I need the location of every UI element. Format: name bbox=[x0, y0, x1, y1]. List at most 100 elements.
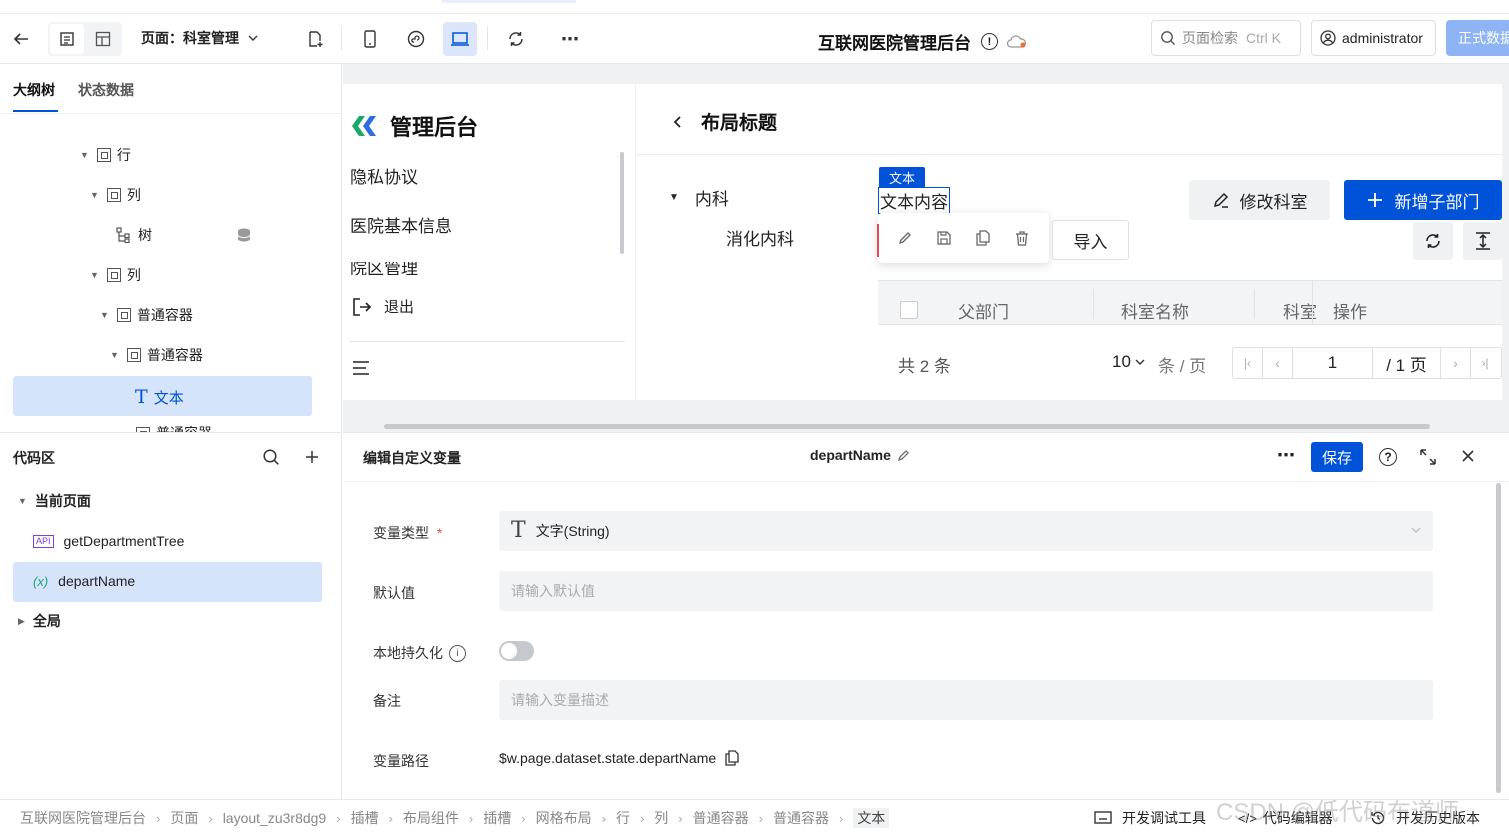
save-label: 保存 bbox=[1321, 449, 1352, 467]
tab-outline[interactable]: 大纲树 bbox=[13, 80, 55, 100]
select-all-checkbox[interactable] bbox=[900, 301, 918, 319]
expand-icon[interactable] bbox=[1419, 448, 1437, 466]
canvas-horizontal-scrollbar[interactable] bbox=[384, 424, 1430, 429]
page-search-input[interactable]: 页面检索 Ctrl K bbox=[1151, 20, 1301, 56]
new-page-button[interactable] bbox=[298, 22, 332, 56]
cloud-sync-icon[interactable] bbox=[1006, 34, 1028, 50]
default-value-input[interactable]: 请输入默认值 bbox=[499, 571, 1433, 611]
breadcrumb-item[interactable]: 网格布局 bbox=[536, 808, 592, 828]
breadcrumb-item[interactable]: 普通容器 bbox=[773, 808, 829, 828]
breadcrumb-item[interactable]: 列 bbox=[654, 808, 668, 828]
page-selector[interactable]: 页面：科室管理 bbox=[141, 28, 259, 48]
save-button[interactable]: 保存 bbox=[1311, 442, 1363, 472]
outline-node-container-clipped[interactable]: 普通容器 bbox=[136, 420, 212, 432]
page-selector-label: 页面：科室管理 bbox=[141, 30, 239, 46]
edit-dept-button[interactable]: 修改科室 bbox=[1189, 180, 1330, 220]
edit-icon[interactable] bbox=[897, 448, 911, 462]
breadcrumb-item[interactable]: 页面 bbox=[170, 808, 198, 828]
tab-active-indicator bbox=[13, 110, 58, 112]
column-header[interactable]: 科室名称 bbox=[1121, 298, 1189, 323]
variable-item-selected[interactable]: (x) departName bbox=[13, 562, 322, 602]
prev-page-icon[interactable]: ‹ bbox=[1263, 348, 1293, 378]
last-page-icon[interactable]: ›| bbox=[1471, 348, 1499, 378]
first-page-icon[interactable]: |‹ bbox=[1233, 348, 1263, 378]
preview-menu-item[interactable]: 隐私协议 bbox=[350, 163, 418, 188]
dept-tree-node[interactable]: ▼ 内科 bbox=[669, 185, 729, 210]
node-label: 列 bbox=[126, 267, 141, 283]
publish-button[interactable]: 正式数据 bbox=[1446, 20, 1509, 56]
refresh-icon bbox=[1426, 234, 1440, 248]
layout-view-button[interactable] bbox=[86, 24, 120, 54]
copy-icon[interactable] bbox=[975, 230, 991, 246]
outline-node-column[interactable]: ▼ 列 bbox=[90, 176, 141, 214]
mobile-view-button[interactable] bbox=[353, 22, 387, 56]
remark-input[interactable]: 请输入变量描述 bbox=[499, 680, 1433, 720]
back-button[interactable] bbox=[4, 22, 38, 56]
copy-icon[interactable] bbox=[724, 750, 740, 766]
remark-placeholder: 请输入变量描述 bbox=[511, 692, 609, 708]
selected-text-component[interactable]: 文本内容 bbox=[878, 187, 950, 214]
close-icon[interactable] bbox=[1461, 449, 1475, 463]
api-item[interactable]: API getDepartmentTree bbox=[33, 522, 184, 560]
breadcrumb-item[interactable]: 插槽 bbox=[351, 808, 379, 828]
sidebar-scrollbar[interactable] bbox=[620, 152, 624, 254]
page-size-select[interactable]: 10 bbox=[1112, 352, 1146, 372]
breadcrumb-item[interactable]: 布局组件 bbox=[403, 808, 459, 828]
dept-tree-child[interactable]: 消化内科 bbox=[726, 225, 794, 250]
outline-node-row[interactable]: ▼ 行 bbox=[80, 136, 131, 174]
preview-main: 布局标题 ▼ 内科 消化内科 文本 文本内容 导入 修改科室 新增子部门 父部门… bbox=[636, 84, 1502, 400]
breadcrumb-item[interactable]: 互联网医院管理后台 bbox=[20, 808, 146, 828]
column-header[interactable]: 操作 bbox=[1333, 298, 1367, 323]
menu-fold-icon[interactable] bbox=[352, 360, 370, 376]
debug-tools-button[interactable]: 开发调试工具 bbox=[1094, 808, 1206, 828]
current-page-group[interactable]: ▼ 当前页面 bbox=[18, 482, 91, 520]
info-icon[interactable]: ! bbox=[981, 33, 998, 50]
preview-logout[interactable]: 退出 bbox=[352, 296, 414, 317]
variable-path: $w.page.dataset.state.departName bbox=[499, 750, 740, 766]
info-icon[interactable]: i bbox=[449, 644, 466, 662]
breadcrumb-item[interactable]: layout_zu3r8dg9 bbox=[223, 810, 327, 826]
page-view-button[interactable] bbox=[50, 24, 84, 54]
column-height-button[interactable] bbox=[1463, 222, 1502, 260]
desktop-view-button[interactable] bbox=[443, 22, 477, 56]
more-icon[interactable]: ⋯ bbox=[553, 22, 587, 56]
preview-menu-item[interactable]: 医院基本信息 bbox=[350, 212, 452, 237]
data-table-header: 父部门 科室名称 科室 操作 bbox=[878, 280, 1502, 325]
more-icon[interactable]: ⋯ bbox=[1277, 445, 1295, 466]
table-refresh-button[interactable] bbox=[1413, 222, 1453, 260]
top-toolbar: 页面：科室管理 ⋯ 互联网医院管理后台 ! 页面检索 Ctrl K admini… bbox=[0, 0, 1509, 64]
outline-node-tree[interactable]: 树 bbox=[116, 216, 256, 254]
logout-label: 退出 bbox=[384, 299, 415, 316]
chevron-left-icon[interactable] bbox=[671, 114, 685, 130]
outline-node-container[interactable]: ▼ 普通容器 bbox=[110, 336, 203, 374]
page-number-input[interactable]: 1 bbox=[1293, 348, 1373, 378]
breadcrumb-item-current[interactable]: 文本 bbox=[853, 808, 890, 828]
add-sub-dept-button[interactable]: 新增子部门 bbox=[1344, 180, 1502, 220]
persist-toggle[interactable] bbox=[499, 641, 534, 661]
preview-header: 布局标题 bbox=[671, 108, 777, 135]
global-group[interactable]: ▶ 全局 bbox=[18, 602, 61, 640]
next-page-icon[interactable]: › bbox=[1441, 348, 1471, 378]
outline-node-text-selected[interactable]: T 文本 bbox=[13, 376, 312, 416]
add-icon[interactable] bbox=[304, 449, 320, 465]
pagination-controls: |‹ ‹ 1 / 1 页 › ›| bbox=[1232, 347, 1502, 379]
help-icon[interactable]: ? bbox=[1379, 448, 1397, 466]
tab-state-data[interactable]: 状态数据 bbox=[78, 80, 134, 100]
outline-node-container[interactable]: ▼ 普通容器 bbox=[100, 296, 193, 334]
preview-menu-item[interactable]: 院区管理 bbox=[350, 262, 418, 275]
user-menu[interactable]: administrator bbox=[1311, 20, 1436, 56]
outline-node-column[interactable]: ▼ 列 bbox=[90, 256, 141, 294]
editor-scrollbar[interactable] bbox=[1496, 483, 1501, 793]
miniprogram-view-button[interactable] bbox=[399, 22, 433, 56]
import-button[interactable]: 导入 bbox=[1052, 220, 1129, 260]
edit-icon[interactable] bbox=[897, 230, 913, 246]
breadcrumb-item[interactable]: 行 bbox=[616, 808, 630, 828]
search-icon[interactable] bbox=[262, 448, 280, 466]
refresh-button[interactable] bbox=[499, 22, 533, 56]
save-icon[interactable] bbox=[936, 230, 952, 246]
breadcrumb-item[interactable]: 插槽 bbox=[483, 808, 511, 828]
breadcrumb-item[interactable]: 普通容器 bbox=[693, 808, 749, 828]
delete-icon[interactable] bbox=[1014, 230, 1030, 246]
column-header[interactable]: 父部门 bbox=[958, 298, 1009, 323]
variable-type-select[interactable]: T 文字(String) bbox=[499, 511, 1433, 551]
